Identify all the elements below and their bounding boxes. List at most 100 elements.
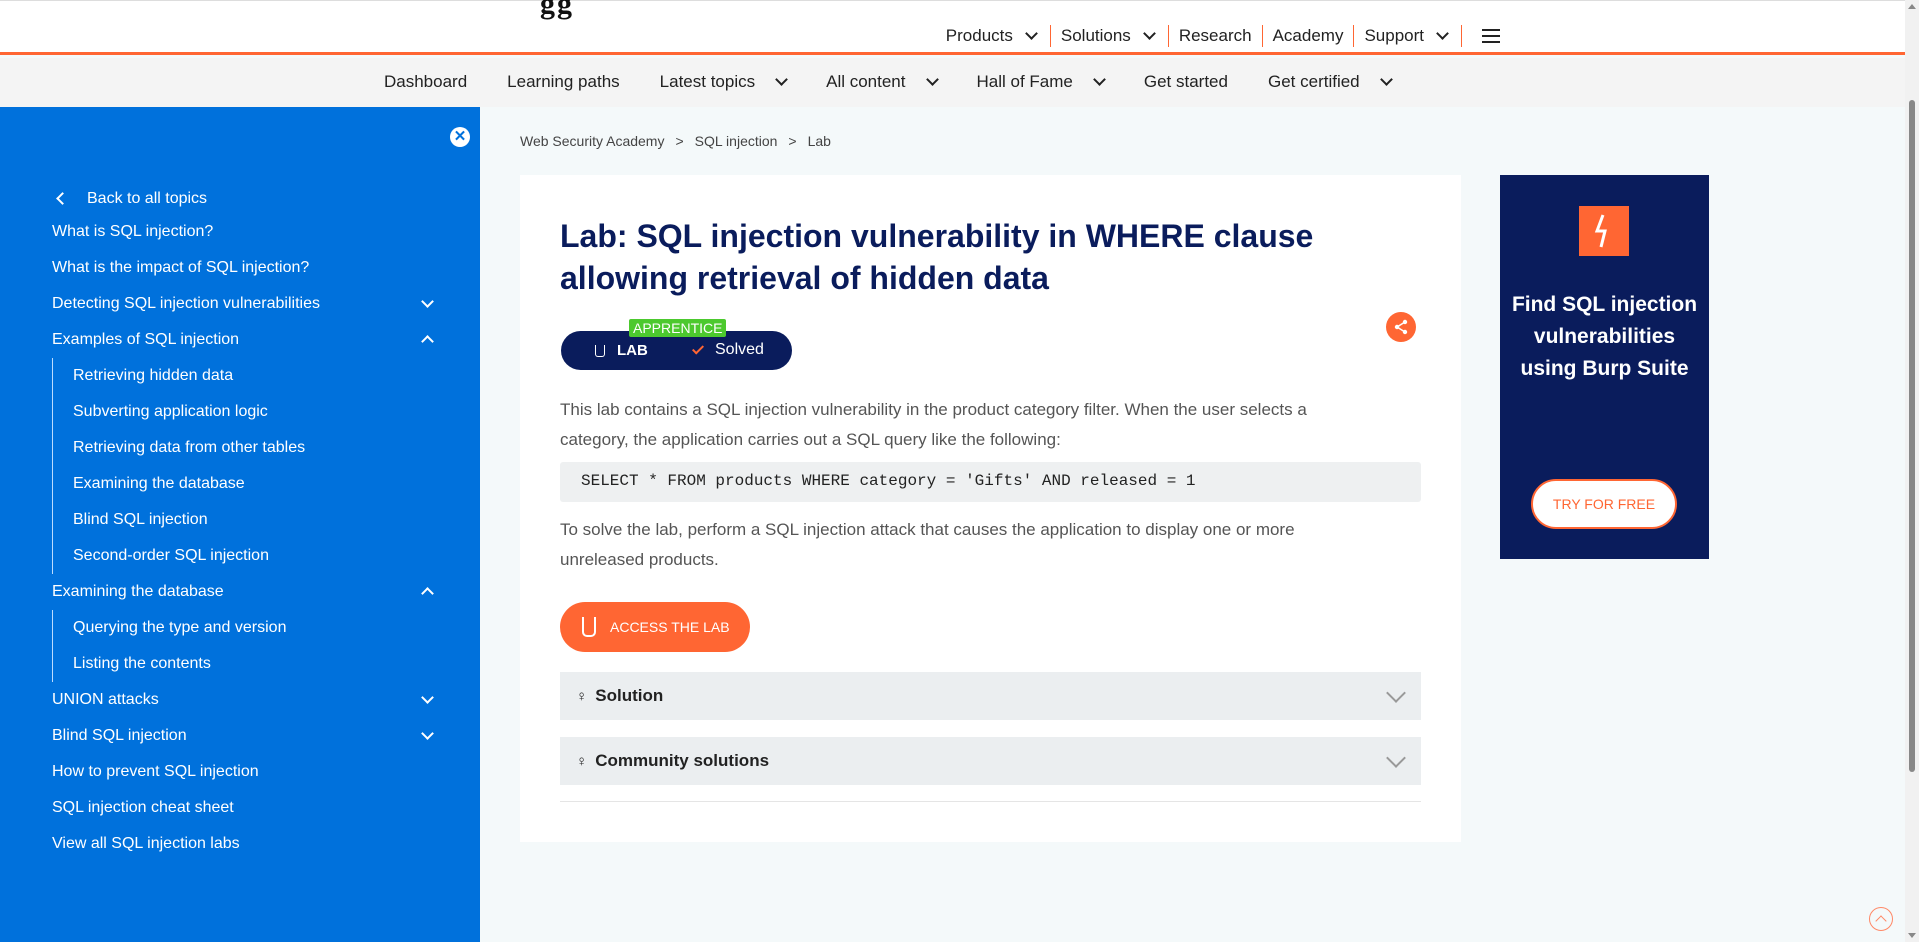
nav-menu[interactable] [1462, 25, 1510, 47]
sidebar-item-label: Second-order SQL injection [73, 547, 269, 564]
breadcrumb-link-sqli[interactable]: SQL injection [695, 133, 778, 149]
subnav-all-content[interactable]: All content [826, 72, 939, 92]
solved-text: Solved [715, 341, 764, 358]
nav-label: Support [1364, 26, 1424, 45]
sidebar-item-label: Blind SQL injection [52, 727, 187, 744]
sidebar-item-impact[interactable]: What is the impact of SQL injection? [52, 250, 434, 286]
sidebar-item-label: Listing the contents [73, 655, 211, 672]
sidebar-item-blind-sqli[interactable]: Blind SQL injection [52, 718, 434, 754]
sidebar-item-label: What is the impact of SQL injection? [52, 259, 310, 276]
subnav-get-started[interactable]: Get started [1144, 72, 1228, 92]
sidebar-item-subverting-logic[interactable]: Subverting application logic [53, 394, 434, 430]
back-to-top-icon[interactable] [1869, 907, 1893, 931]
nav-products[interactable]: Products [936, 25, 1051, 47]
lab-task: To solve the lab, perform a SQL injectio… [560, 520, 1295, 569]
sidebar-item-label: Examples of SQL injection [52, 331, 240, 348]
subnav-label: Get started [1143, 72, 1228, 91]
sidebar-item-blind[interactable]: Blind SQL injection [53, 502, 434, 538]
subnav-latest-topics[interactable]: Latest topics [660, 72, 788, 92]
sidebar-item-union-attacks[interactable]: UNION attacks [52, 682, 434, 718]
subnav-dashboard[interactable]: Dashboard [384, 72, 467, 92]
breadcrumb-separator: > [675, 133, 684, 149]
hamburger-menu-icon[interactable] [1482, 29, 1500, 43]
flask-icon [595, 344, 605, 357]
sidebar-item-listing-contents[interactable]: Listing the contents [53, 646, 434, 682]
examining-subitems: Querying the type and version Listing th… [52, 610, 434, 682]
site-header: gg Products Solutions Research Academy S… [0, 0, 1905, 55]
subnav-label: Learning paths [507, 72, 620, 91]
sidebar-item-label: Blind SQL injection [73, 511, 208, 528]
sidebar-item-retrieving-hidden-data[interactable]: Retrieving hidden data [53, 358, 434, 394]
chevron-down-icon [1386, 748, 1406, 768]
try-for-free-button[interactable]: TRY FOR FREE [1531, 479, 1677, 529]
checkmark-icon [691, 342, 705, 355]
page-title: Lab: SQL injection vulnerability in WHER… [560, 218, 1314, 296]
breadcrumb-link-academy[interactable]: Web Security Academy [520, 133, 664, 149]
chevron-down-icon[interactable] [421, 295, 434, 308]
sidebar-item-examining-database[interactable]: Examining the database [52, 574, 434, 610]
sidebar-item-detecting[interactable]: Detecting SQL injection vulnerabilities [52, 286, 434, 322]
sidebar-item-all-labs[interactable]: View all SQL injection labs [52, 826, 434, 862]
nav-solutions[interactable]: Solutions [1051, 25, 1169, 47]
access-lab-button[interactable]: ACCESS THE LAB [560, 602, 750, 652]
scroll-down-arrow-icon[interactable] [1908, 933, 1916, 938]
subnav-get-certified[interactable]: Get certified [1267, 72, 1393, 92]
back-label: Back to all topics [87, 189, 208, 207]
nav-academy[interactable]: Academy [1263, 25, 1355, 47]
back-to-topics-link[interactable]: Back to all topics [52, 183, 434, 214]
scroll-thumb[interactable] [1909, 100, 1915, 772]
subnav-label: Get certified [1267, 72, 1360, 91]
chevron-down-icon [1093, 73, 1106, 86]
scroll-up-arrow-icon[interactable] [1908, 4, 1916, 9]
topic-sidebar: ✕ Back to all topics What is SQL injecti… [0, 107, 480, 942]
subnav-learning-paths[interactable]: Learning paths [507, 72, 619, 92]
lightning-icon [1594, 214, 1607, 248]
subnav-label: All content [826, 72, 906, 91]
lab-description: This lab contains a SQL injection vulner… [560, 400, 1307, 449]
page-scrollbar[interactable] [1905, 0, 1919, 942]
chevron-down-icon [1142, 27, 1156, 40]
sidebar-item-prevent[interactable]: How to prevent SQL injection [52, 754, 434, 790]
logo[interactable]: gg [540, 0, 574, 21]
sidebar-item-label: Detecting SQL injection vulnerabilities [52, 295, 320, 312]
sidebar-item-label: Retrieving data from other tables [73, 439, 306, 456]
sidebar-item-label: View all SQL injection labs [52, 835, 240, 852]
sidebar-item-label: Querying the type and version [73, 619, 287, 636]
sidebar-item-other-tables[interactable]: Retrieving data from other tables [53, 430, 434, 466]
share-icon [1394, 319, 1408, 335]
burp-suite-ad: Find SQL injection vulnerabilities using… [1500, 175, 1709, 559]
close-icon[interactable]: ✕ [450, 127, 470, 147]
sidebar-item-label: What is SQL injection? [52, 223, 214, 240]
sidebar-item-second-order[interactable]: Second-order SQL injection [53, 538, 434, 574]
subnav-hall-of-fame[interactable]: Hall of Fame [977, 72, 1106, 92]
nav-support[interactable]: Support [1354, 25, 1462, 47]
breadcrumb-separator: > [788, 133, 797, 149]
nav-label: Products [945, 26, 1013, 45]
subnav-label: Dashboard [384, 72, 468, 91]
chevron-up-icon[interactable] [421, 335, 434, 348]
ad-title: Find SQL injection vulnerabilities using… [1511, 293, 1698, 380]
solved-status: Solved [691, 341, 764, 359]
solution-accordion[interactable]: ♀ Solution [560, 672, 1421, 720]
lab-type-text: LAB [617, 342, 648, 359]
chevron-down-icon [775, 73, 788, 86]
nav-research[interactable]: Research [1169, 25, 1263, 47]
examples-subitems: Retrieving hidden data Subverting applic… [52, 358, 434, 574]
community-solutions-accordion[interactable]: ♀ Community solutions [560, 737, 1421, 785]
chevron-up-icon[interactable] [421, 587, 434, 600]
chevron-down-icon [1436, 27, 1449, 40]
share-button[interactable] [1386, 312, 1416, 342]
sidebar-item-querying-version[interactable]: Querying the type and version [53, 610, 434, 646]
sidebar-item-examples[interactable]: Examples of SQL injection [52, 322, 434, 358]
chevron-down-icon[interactable] [421, 691, 434, 704]
community-icon: ♀ [576, 752, 588, 770]
sidebar-item-cheat-sheet[interactable]: SQL injection cheat sheet [52, 790, 434, 826]
sidebar-item-examining-db[interactable]: Examining the database [53, 466, 434, 502]
nav-label: Solutions [1060, 26, 1131, 45]
chevron-down-icon [1025, 27, 1038, 40]
sidebar-item-what-is-sqli[interactable]: What is SQL injection? [52, 214, 434, 250]
nav-label: Research [1178, 26, 1252, 45]
chevron-down-icon[interactable] [421, 727, 434, 740]
sidebar-item-label: How to prevent SQL injection [52, 763, 259, 780]
flask-icon [582, 617, 596, 637]
